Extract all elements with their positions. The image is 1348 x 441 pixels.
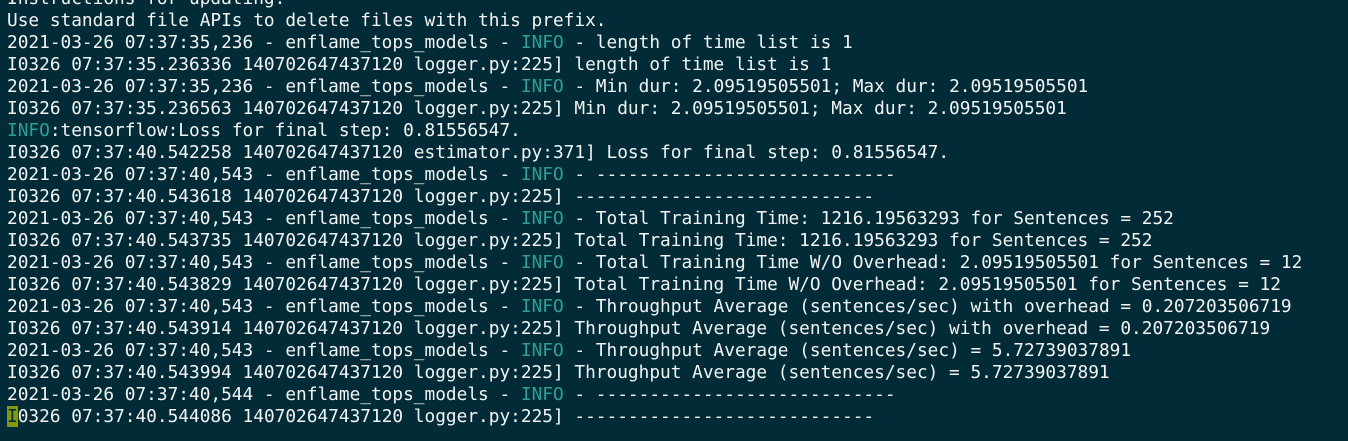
log-text: I0326 07:37:40.543994 140702647437120 lo… <box>7 362 1110 383</box>
terminal-line: I0326 07:37:40.542258 140702647437120 es… <box>7 142 1302 164</box>
terminal-line: 2021-03-26 07:37:40,543 - enflame_tops_m… <box>7 164 1302 186</box>
terminal-line: I0326 07:37:35.236563 140702647437120 lo… <box>7 98 1302 120</box>
log-text: 2021-03-26 07:37:35,236 - enflame_tops_m… <box>7 76 521 97</box>
log-text: - Total Training Time: 1216.19563293 for… <box>563 208 1174 229</box>
terminal-line: 2021-03-26 07:37:40,543 - enflame_tops_m… <box>7 340 1302 362</box>
terminal-cursor: I <box>7 406 18 427</box>
terminal-output: Instructions for updating:Use standard f… <box>7 0 1302 428</box>
log-text: I0326 07:37:40.543735 140702647437120 lo… <box>7 230 1153 251</box>
log-text: 2021-03-26 07:37:35,236 - enflame_tops_m… <box>7 32 521 53</box>
log-text: 2021-03-26 07:37:40,543 - enflame_tops_m… <box>7 252 521 273</box>
terminal-line: Instructions for updating: <box>7 0 1302 10</box>
terminal-line: I0326 07:37:35.236336 140702647437120 lo… <box>7 54 1302 76</box>
log-text: 2021-03-26 07:37:40,543 - enflame_tops_m… <box>7 340 521 361</box>
terminal-line: Use standard file APIs to delete files w… <box>7 10 1302 32</box>
terminal-line: 2021-03-26 07:37:40,543 - enflame_tops_m… <box>7 252 1302 274</box>
log-text: 2021-03-26 07:37:40,543 - enflame_tops_m… <box>7 296 521 317</box>
log-text: I0326 07:37:40.543618 140702647437120 lo… <box>7 186 875 207</box>
log-text: 2021-03-26 07:37:40,543 - enflame_tops_m… <box>7 208 521 229</box>
terminal-line: I0326 07:37:40.543914 140702647437120 lo… <box>7 318 1302 340</box>
log-text: - ---------------------------- <box>563 384 896 405</box>
log-text: Use standard file APIs to delete files w… <box>7 10 607 31</box>
terminal-line: I0326 07:37:40.544086 140702647437120 lo… <box>7 406 1302 428</box>
log-level-label: INFO <box>520 76 564 97</box>
log-text: 2021-03-26 07:37:40,544 - enflame_tops_m… <box>7 384 521 405</box>
log-text: - length of time list is 1 <box>563 32 853 53</box>
log-text: :tensorflow:Loss for final step: 0.81556… <box>49 120 521 141</box>
log-text: 0326 07:37:40.544086 140702647437120 log… <box>17 406 875 427</box>
terminal-line: 2021-03-26 07:37:35,236 - enflame_tops_m… <box>7 76 1302 98</box>
terminal-line: 2021-03-26 07:37:35,236 - enflame_tops_m… <box>7 32 1302 54</box>
terminal-line: 2021-03-26 07:37:40,543 - enflame_tops_m… <box>7 296 1302 318</box>
log-text: - Throughput Average (sentences/sec) wit… <box>563 296 1292 317</box>
terminal-line: I0326 07:37:40.543994 140702647437120 lo… <box>7 362 1302 384</box>
log-text: - Throughput Average (sentences/sec) = 5… <box>563 340 1132 361</box>
terminal-line: I0326 07:37:40.543618 140702647437120 lo… <box>7 186 1302 208</box>
log-text: I0326 07:37:35.236336 140702647437120 lo… <box>7 54 832 75</box>
log-text: I0326 07:37:35.236563 140702647437120 lo… <box>7 98 1067 119</box>
log-text: Instructions for updating: <box>7 0 285 9</box>
terminal-line: INFO:tensorflow:Loss for final step: 0.8… <box>7 120 1302 142</box>
log-level-label: INFO <box>520 208 564 229</box>
terminal-window[interactable]: Instructions for updating:Use standard f… <box>0 0 1348 441</box>
log-text: I0326 07:37:40.542258 140702647437120 es… <box>7 142 950 163</box>
log-text: I0326 07:37:40.543829 140702647437120 lo… <box>7 274 1281 295</box>
terminal-line: I0326 07:37:40.543829 140702647437120 lo… <box>7 274 1302 296</box>
log-text: 2021-03-26 07:37:40,543 - enflame_tops_m… <box>7 164 521 185</box>
log-level-label: INFO <box>520 296 564 317</box>
log-text: - ---------------------------- <box>563 164 896 185</box>
terminal-line: I0326 07:37:40.543735 140702647437120 lo… <box>7 230 1302 252</box>
log-level-label: INFO <box>7 120 50 141</box>
log-level-label: INFO <box>520 252 564 273</box>
log-text: - Total Training Time W/O Overhead: 2.09… <box>563 252 1303 273</box>
log-level-label: INFO <box>520 340 564 361</box>
log-level-label: INFO <box>520 32 564 53</box>
log-level-label: INFO <box>520 164 564 185</box>
terminal-line: 2021-03-26 07:37:40,544 - enflame_tops_m… <box>7 384 1302 406</box>
log-text: I0326 07:37:40.543914 140702647437120 lo… <box>7 318 1271 339</box>
terminal-line: 2021-03-26 07:37:40,543 - enflame_tops_m… <box>7 208 1302 230</box>
log-level-label: INFO <box>520 384 564 405</box>
log-text: - Min dur: 2.09519505501; Max dur: 2.095… <box>563 76 1089 97</box>
